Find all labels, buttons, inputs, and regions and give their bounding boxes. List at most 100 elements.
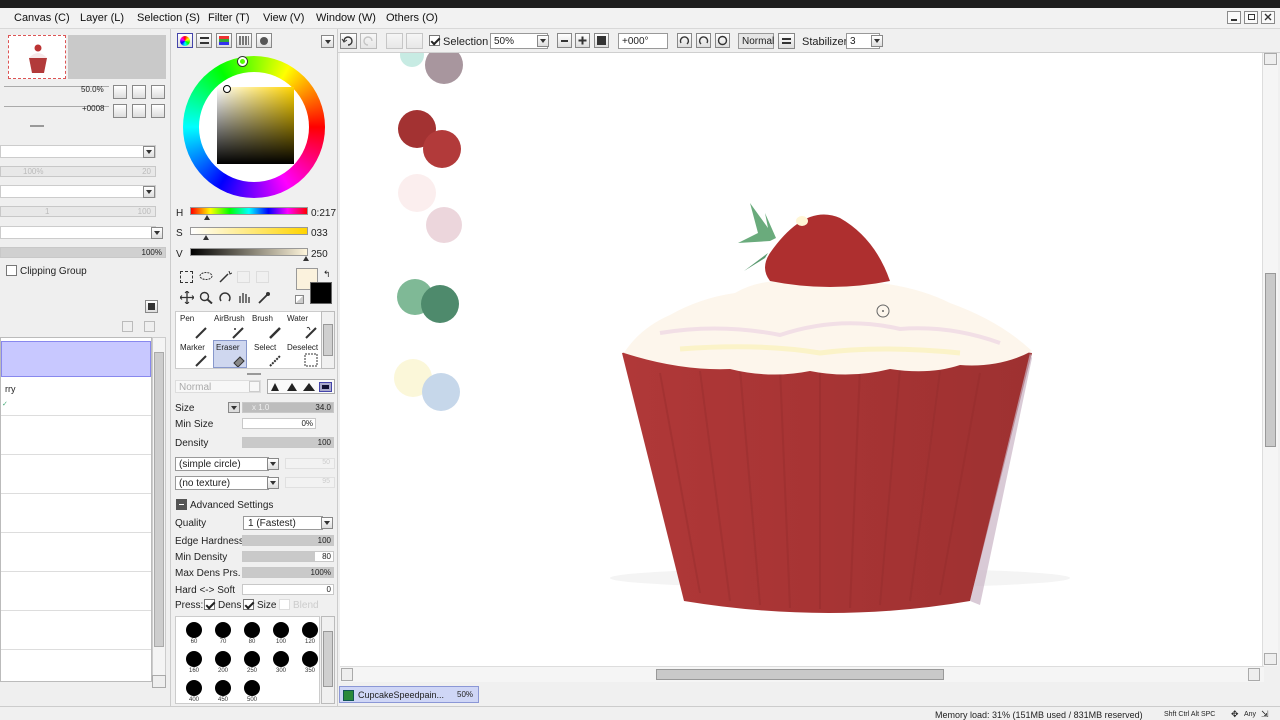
brush-shape-dropdown-button[interactable]	[267, 458, 279, 470]
layer-texture-dropdown-button[interactable]	[143, 186, 155, 198]
size-multiplier-dropdown[interactable]	[228, 402, 240, 413]
brush-size-scroll-thumb[interactable]	[323, 631, 333, 687]
brush-size-preset[interactable]: 60	[182, 620, 206, 648]
tool-grid-scroll-thumb[interactable]	[323, 324, 333, 356]
rotate-tool[interactable]	[218, 291, 232, 304]
swap-colors-icon[interactable]: ↰	[323, 269, 331, 280]
secondary-color-swatch[interactable]	[310, 282, 332, 304]
zoom-dropdown-button[interactable]	[537, 35, 549, 47]
saturation-value-square[interactable]	[217, 87, 294, 164]
shape-strength-slider[interactable]: 50	[285, 458, 335, 469]
min-size-slider[interactable]: 0%	[242, 418, 316, 429]
lasso-tool[interactable]	[199, 271, 213, 283]
eyedropper-tool[interactable]	[257, 291, 271, 304]
marker-icon[interactable]	[194, 353, 208, 370]
layer-row[interactable]	[1, 419, 151, 455]
deselect-brush-icon[interactable]	[304, 353, 318, 370]
hard-shape-icon[interactable]	[303, 383, 315, 391]
layer-row[interactable]	[1, 497, 151, 533]
nav-reset-zoom-button[interactable]	[151, 85, 165, 99]
new-layer-icon[interactable]	[122, 321, 133, 332]
hue-slider-handle[interactable]	[204, 215, 210, 220]
press-density-checkbox[interactable]	[204, 599, 215, 610]
rotate-right-button[interactable]	[696, 33, 711, 48]
nav-zoom-out-button[interactable]	[113, 85, 127, 99]
layer-row[interactable]: rry ✓	[1, 380, 151, 416]
delete-layer-icon[interactable]	[144, 321, 155, 332]
nav-zoom-in-button[interactable]	[132, 85, 146, 99]
water-icon[interactable]	[304, 325, 318, 342]
close-button[interactable]	[1261, 11, 1275, 24]
menu-view[interactable]: View (V)	[263, 12, 304, 24]
redo-button[interactable]	[360, 33, 377, 49]
rotate-reset-button[interactable]	[715, 33, 730, 48]
sv-marker[interactable]	[223, 85, 231, 93]
saturation-slider-handle[interactable]	[203, 235, 209, 240]
brush-size-preset[interactable]: 450	[211, 678, 235, 706]
brush-size-scrollbar[interactable]	[321, 616, 335, 704]
brush-size-preset[interactable]: 250	[240, 649, 264, 677]
menu-canvas[interactable]: Canvas (C)	[14, 12, 70, 24]
layer-texture-select[interactable]	[0, 185, 156, 198]
rgb-slider-tab[interactable]	[196, 33, 212, 48]
max-dens-prs-slider[interactable]: 100%	[242, 567, 334, 578]
value-slider[interactable]	[190, 248, 308, 256]
press-blend-checkbox[interactable]	[279, 599, 290, 610]
undo-button[interactable]	[340, 33, 357, 49]
brush-texture-dropdown-button[interactable]	[267, 477, 279, 489]
blend-mode-dropdown[interactable]	[249, 381, 260, 392]
layer-row[interactable]	[1, 536, 151, 572]
medium-shape-icon[interactable]	[287, 383, 297, 391]
layer-list-scroll-thumb[interactable]	[154, 352, 164, 647]
select-brush-icon[interactable]	[268, 353, 282, 370]
layer-row[interactable]	[1, 575, 151, 611]
color-wheel-tab[interactable]	[177, 33, 193, 48]
brush-size-preset[interactable]: 350	[298, 649, 322, 677]
magic-wand-tool[interactable]	[218, 270, 233, 283]
scroll-right-button[interactable]	[1248, 668, 1260, 681]
hsv-slider-tab[interactable]	[216, 33, 232, 48]
layer-panel-menu-button[interactable]	[145, 300, 158, 313]
eraser-icon[interactable]	[231, 353, 245, 370]
transparent-color-icon[interactable]	[295, 295, 304, 304]
menu-selection[interactable]: Selection (S)	[137, 12, 200, 24]
nav-reset-angle-button[interactable]	[151, 104, 165, 118]
layer-row[interactable]	[1, 614, 151, 650]
invert-selection-button[interactable]	[406, 33, 423, 49]
hard-soft-slider[interactable]: 0	[242, 584, 334, 595]
brush-size-preset[interactable]: 400	[182, 678, 206, 706]
texture-strength-slider[interactable]: 95	[285, 477, 335, 488]
canvas-vertical-scrollbar[interactable]	[1262, 53, 1278, 666]
move-tool[interactable]	[179, 290, 195, 305]
selection-visible-checkbox[interactable]	[429, 35, 440, 46]
pen-icon[interactable]	[194, 325, 208, 342]
brush-icon[interactable]	[268, 325, 282, 342]
layer-texture-slider[interactable]: 1 100	[0, 206, 156, 217]
layer-opacity-slider-a[interactable]: 100% 20	[0, 166, 156, 177]
clipping-group-checkbox[interactable]	[6, 265, 17, 276]
scroll-up-button[interactable]	[1264, 53, 1277, 65]
brush-size-preset[interactable]: 80	[240, 620, 264, 648]
menu-others[interactable]: Others (O)	[386, 12, 438, 24]
color-panel-menu-button[interactable]	[321, 35, 334, 48]
density-slider[interactable]: 100	[242, 437, 334, 448]
canvas-horizontal-scrollbar[interactable]	[340, 666, 1264, 682]
saturation-slider[interactable]	[190, 227, 308, 235]
vertical-scroll-thumb[interactable]	[1265, 273, 1276, 447]
menu-filter[interactable]: Filter (T)	[208, 12, 250, 24]
horizontal-scroll-thumb[interactable]	[656, 669, 944, 680]
brush-size-preset[interactable]: 160	[182, 649, 206, 677]
panel-splitter[interactable]	[247, 373, 261, 375]
nav-rotate-ccw-button[interactable]	[113, 104, 127, 118]
layer-effect-select[interactable]	[0, 226, 156, 239]
press-size-checkbox[interactable]	[243, 599, 254, 610]
zoom-tool[interactable]	[199, 291, 213, 305]
brush-size-preset[interactable]: 500	[240, 678, 264, 706]
zoom-in-button[interactable]	[575, 33, 590, 48]
nav-rotate-cw-button[interactable]	[132, 104, 146, 118]
scratchpad-tab[interactable]	[256, 33, 272, 48]
zoom-out-button[interactable]	[557, 33, 572, 48]
min-density-slider[interactable]: 80	[242, 551, 334, 562]
minimize-button[interactable]	[1227, 11, 1241, 24]
stabilizer-dropdown-button[interactable]	[871, 35, 883, 47]
